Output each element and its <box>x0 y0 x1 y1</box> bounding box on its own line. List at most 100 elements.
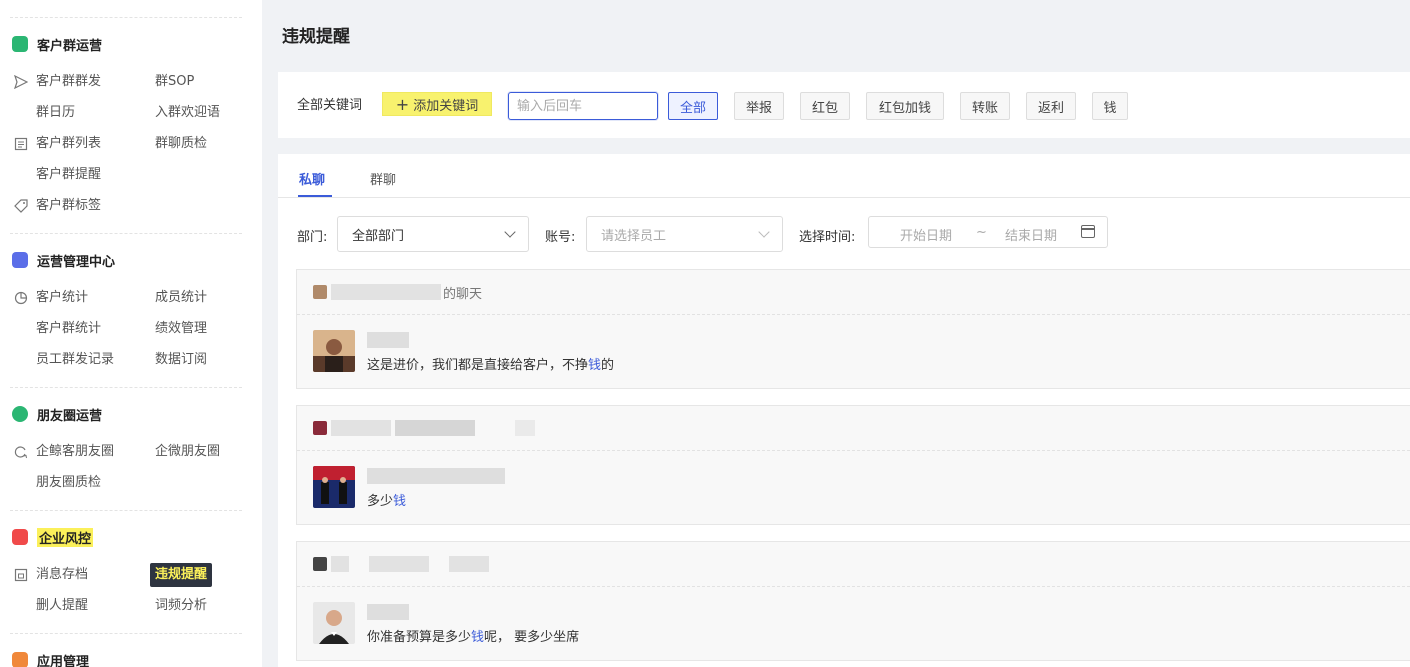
redacted-name <box>515 420 535 436</box>
keywords-label: 全部关键词 <box>297 98 363 113</box>
sidebar-section-app-management[interactable]: 应用管理 <box>12 650 89 667</box>
date-range-picker[interactable]: 开始日期 ~ 结束日期 <box>868 216 1108 248</box>
moments-icon <box>12 406 28 422</box>
sidebar-section-moments[interactable]: 朋友圈运营 <box>12 404 102 424</box>
plus-icon: + <box>395 94 410 114</box>
card-header <box>313 420 535 436</box>
sidebar-item-group-calendar[interactable]: 群日历 <box>36 104 75 122</box>
keyword-highlight: 钱 <box>588 358 602 373</box>
refresh-cloud-icon <box>14 445 28 459</box>
add-keyword-label: 添加关键词 <box>413 98 479 114</box>
chat-bubble-icon <box>12 36 28 52</box>
sidebar-item-message-archive[interactable]: 消息存档 <box>36 566 88 584</box>
sidebar-divider <box>10 233 242 234</box>
sidebar-item-group-tags[interactable]: 客户群标签 <box>36 197 101 215</box>
mini-avatar <box>313 557 327 571</box>
archive-icon <box>14 568 28 582</box>
sidebar-item-member-stats[interactable]: 成员统计 <box>155 289 207 307</box>
sidebar-item-group-sop[interactable]: 群SOP <box>155 73 194 91</box>
sidebar-divider <box>10 510 242 511</box>
page-title: 违规提醒 <box>282 27 350 47</box>
mini-avatar <box>313 421 327 435</box>
message-card: 的聊天 这是进价，我们都是直接给客户，不挣钱的 <box>296 269 1410 389</box>
add-keyword-button[interactable]: + 添加关键词 <box>382 92 492 116</box>
sidebar-divider <box>10 17 242 18</box>
avatar <box>313 330 355 372</box>
message-card: 你准备预算是多少钱呢， 要多少坐席 <box>296 541 1410 661</box>
card-divider <box>297 586 1410 587</box>
date-range-separator: ~ <box>976 225 987 240</box>
sidebar-item-group-qc[interactable]: 群聊质检 <box>155 135 207 153</box>
message-text: 你准备预算是多少钱呢， 要多少坐席 <box>367 630 580 645</box>
keyword-tag-rebate[interactable]: 返利 <box>1026 92 1076 120</box>
sidebar-section-customer-group[interactable]: 客户群运营 <box>12 34 102 54</box>
send-icon <box>13 74 29 90</box>
time-label: 选择时间: <box>799 230 856 245</box>
tab-group-chat[interactable]: 群聊 <box>370 169 396 188</box>
avatar <box>313 466 355 508</box>
list-icon <box>14 137 28 151</box>
message-card: 多少钱 <box>296 405 1410 525</box>
account-select-placeholder: 请选择员工 <box>601 228 667 244</box>
layers-icon <box>12 652 28 667</box>
dept-select-value: 全部部门 <box>352 228 405 244</box>
keyword-panel: 全部关键词 + 添加关键词 全部 举报 红包 红包加钱 转账 返利 钱 <box>278 72 1410 138</box>
redacted-name <box>331 284 441 300</box>
sidebar-item-violation-alert[interactable]: 违规提醒 <box>150 563 213 587</box>
card-header: 的聊天 <box>313 284 482 302</box>
keyword-tag-money[interactable]: 钱 <box>1092 92 1128 120</box>
tabs-divider <box>278 197 1410 198</box>
sidebar-item-group-list[interactable]: 客户群列表 <box>36 135 101 153</box>
pulse-icon <box>12 529 28 545</box>
tag-icon <box>14 199 28 213</box>
card-divider <box>297 314 1410 315</box>
sidebar-item-wecom-moments[interactable]: 企微朋友圈 <box>155 443 220 461</box>
chart-monitor-icon <box>12 252 28 268</box>
account-select[interactable]: 请选择员工 <box>586 216 783 252</box>
sidebar-item-word-frequency[interactable]: 词频分析 <box>155 597 207 615</box>
sidebar-item-broadcast-records[interactable]: 员工群发记录 <box>36 351 114 369</box>
sidebar-item-welcome-message[interactable]: 入群欢迎语 <box>155 104 220 122</box>
keyword-tag-redpacket[interactable]: 红包 <box>800 92 850 120</box>
keyword-tag-report[interactable]: 举报 <box>734 92 784 120</box>
redacted-name <box>331 556 349 572</box>
dept-label: 部门: <box>297 230 328 245</box>
redacted-name <box>449 556 489 572</box>
sidebar-item-performance[interactable]: 绩效管理 <box>155 320 207 338</box>
sender-name <box>367 332 409 348</box>
sidebar-item-group-stats[interactable]: 客户群统计 <box>36 320 101 338</box>
sidebar-item-data-subscription[interactable]: 数据订阅 <box>155 351 207 369</box>
list-panel: 私聊 群聊 部门: 全部部门 账号: 请选择员工 选择时间: 开始日期 ~ 结束… <box>278 154 1410 667</box>
sidebar-item-delete-alert[interactable]: 删人提醒 <box>36 597 88 615</box>
sidebar-item-moments-qc[interactable]: 朋友圈质检 <box>36 474 101 492</box>
sidebar-item-qjk-moments[interactable]: 企鲸客朋友圈 <box>36 443 114 461</box>
sidebar-section-operations[interactable]: 运营管理中心 <box>12 250 115 270</box>
redacted-name <box>369 556 429 572</box>
sidebar-item-group-reminder[interactable]: 客户群提醒 <box>36 166 101 184</box>
end-date-placeholder[interactable]: 结束日期 <box>1005 225 1057 244</box>
avatar <box>313 602 355 644</box>
sidebar-item-group-broadcast[interactable]: 客户群群发 <box>36 73 101 91</box>
tab-private-chat[interactable]: 私聊 <box>299 169 325 188</box>
keyword-input[interactable] <box>508 92 658 120</box>
keyword-highlight: 钱 <box>393 494 407 509</box>
message-text: 这是进价，我们都是直接给客户，不挣钱的 <box>367 358 615 373</box>
keyword-tag-transfer[interactable]: 转账 <box>960 92 1010 120</box>
sidebar: 客户群运营 客户群群发 群SOP 群日历 入群欢迎语 客户群列表 群聊质检 客户… <box>0 0 262 667</box>
sidebar-section-risk-control[interactable]: 企业风控 <box>12 527 94 547</box>
keyword-tag-redpacket-money[interactable]: 红包加钱 <box>866 92 944 120</box>
redacted-name <box>331 420 391 436</box>
card-header <box>313 556 489 572</box>
start-date-placeholder[interactable]: 开始日期 <box>900 225 952 244</box>
mini-avatar <box>313 285 327 299</box>
keyword-tag-all[interactable]: 全部 <box>668 92 718 120</box>
pie-chart-icon <box>14 291 28 305</box>
message-text: 多少钱 <box>367 494 407 509</box>
chevron-down-icon <box>758 226 770 238</box>
sender-name <box>367 604 409 620</box>
sidebar-item-customer-stats[interactable]: 客户统计 <box>36 289 88 307</box>
dept-select[interactable]: 全部部门 <box>337 216 529 252</box>
sidebar-divider <box>10 633 242 634</box>
card-divider <box>297 450 1410 451</box>
account-label: 账号: <box>545 230 576 245</box>
